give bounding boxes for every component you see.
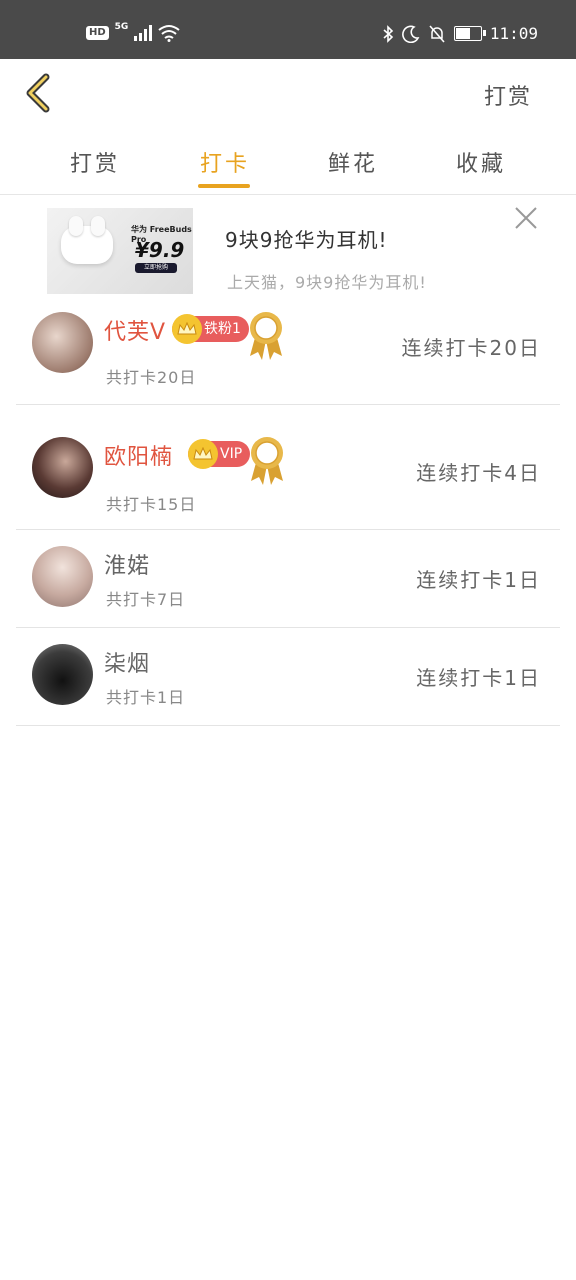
ad-subtitle: 上天猫，9块9抢华为耳机! — [227, 273, 427, 292]
medal-icon — [251, 437, 283, 485]
network-type: 5G — [114, 22, 129, 32]
tab-bar: 打赏 打卡 鲜花 收藏 — [0, 136, 576, 195]
earbud-graphic — [69, 216, 83, 236]
ad-image[interactable]: 华为 FreeBuds Pro ¥9.9 立即抢购 — [47, 208, 193, 294]
battery-icon — [453, 26, 486, 41]
avatar[interactable] — [32, 437, 93, 498]
close-icon[interactable] — [514, 206, 538, 230]
crown-icon — [172, 314, 202, 344]
status-bar: HD 5G 11:09 — [0, 0, 576, 59]
moon-icon — [401, 25, 420, 43]
user-name[interactable]: 淮婼 — [104, 548, 150, 580]
active-tab-indicator — [198, 184, 250, 188]
user-name[interactable]: 代芙V — [104, 314, 166, 346]
fan-badge: 铁粉1 — [172, 314, 249, 344]
vip-badge: VIP — [188, 439, 251, 469]
total-checkins: 共打卡15日 — [106, 495, 197, 514]
avatar[interactable] — [32, 644, 93, 705]
streak-days: 连续打卡4日 — [416, 461, 541, 485]
ad-image-buy-button: 立即抢购 — [135, 263, 177, 273]
ad-image-price: ¥9.9 — [135, 238, 185, 262]
streak-days: 连续打卡1日 — [416, 568, 541, 592]
status-left: HD 5G — [86, 22, 180, 42]
fan-badge-label: 铁粉1 — [204, 321, 241, 337]
tab-reward[interactable]: 打赏 — [50, 146, 140, 178]
top-bar: 打赏 — [0, 59, 576, 129]
total-checkins: 共打卡1日 — [106, 688, 186, 707]
list-item[interactable]: 淮婼 共打卡7日 连续打卡1日 — [16, 530, 560, 628]
streak-days: 连续打卡20日 — [401, 336, 541, 360]
user-name[interactable]: 柒烟 — [104, 646, 150, 678]
signal-icon — [134, 25, 153, 41]
chevron-left-icon[interactable] — [20, 71, 60, 115]
status-right: 11:09 — [382, 24, 538, 43]
hd-badge: HD — [86, 26, 109, 40]
total-checkins: 共打卡7日 — [106, 590, 186, 609]
clock: 11:09 — [489, 24, 538, 43]
user-name[interactable]: 欧阳楠 — [104, 439, 173, 471]
list-item[interactable]: 柒烟 共打卡1日 连续打卡1日 — [16, 628, 560, 726]
streak-days: 连续打卡1日 — [416, 666, 541, 690]
tab-favorites[interactable]: 收藏 — [436, 146, 526, 178]
total-checkins: 共打卡20日 — [106, 368, 197, 387]
list-item[interactable]: 代芙V 铁粉1 共打卡20日 连续打卡20日 — [16, 304, 560, 405]
avatar[interactable] — [32, 546, 93, 607]
reward-action-button[interactable]: 打赏 — [484, 79, 532, 111]
checkin-list: 代芙V 铁粉1 共打卡20日 连续打卡20日 欧阳楠 VIP 共打卡15日 连续… — [16, 304, 560, 726]
crown-icon — [188, 439, 218, 469]
earbud-graphic — [91, 216, 105, 236]
medal-icon — [250, 312, 282, 360]
list-item[interactable]: 欧阳楠 VIP 共打卡15日 连续打卡4日 — [16, 405, 560, 530]
ad-title[interactable]: 9块9抢华为耳机! — [225, 224, 387, 253]
tab-checkin[interactable]: 打卡 — [180, 146, 270, 178]
wifi-icon — [158, 25, 180, 42]
tab-flowers[interactable]: 鲜花 — [308, 146, 398, 178]
avatar[interactable] — [32, 312, 93, 373]
mute-bell-icon — [429, 24, 445, 43]
bluetooth-icon — [383, 24, 393, 43]
ad-banner[interactable]: 华为 FreeBuds Pro ¥9.9 立即抢购 9块9抢华为耳机! 上天猫，… — [0, 196, 576, 302]
vip-badge-label: VIP — [220, 446, 243, 462]
